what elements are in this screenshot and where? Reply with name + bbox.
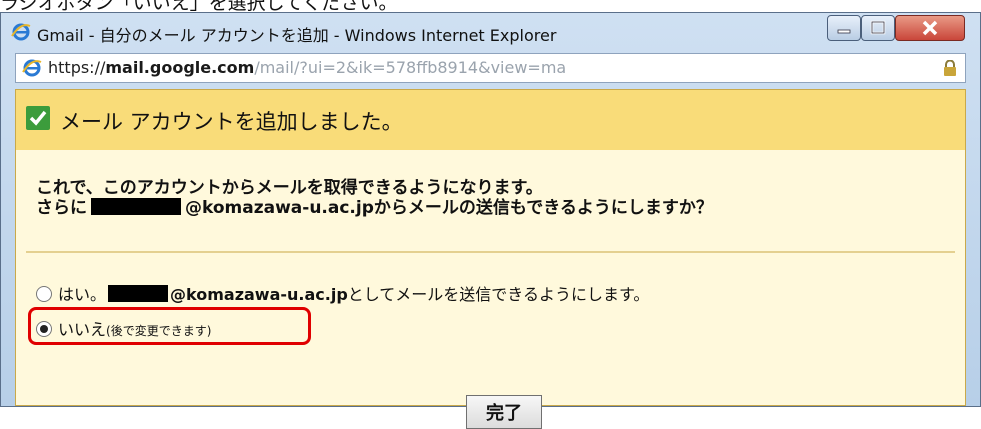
address-bar[interactable]: https://mail.google.com/mail/?ui=2&ik=57…: [15, 53, 966, 83]
url-scheme: https://: [48, 58, 106, 77]
maximize-icon: [870, 20, 886, 35]
url-path: /mail/?ui=2&ik=578ffb8914&view=ma: [254, 58, 567, 77]
ie-logo-icon: [11, 23, 31, 41]
dialog-title: メール アカウントを追加しました。: [60, 110, 403, 134]
close-icon: [922, 20, 938, 36]
title-bar: Gmail - 自分のメール アカウントを追加 - Windows Intern…: [1, 13, 980, 49]
option-yes-suffix: としてメールを送信できるようにします。: [347, 285, 650, 304]
dialog-content: メール アカウントを追加しました。 これで、このアカウントからメールを取得できる…: [15, 89, 966, 406]
ie-page-icon: [22, 59, 42, 77]
window-title: Gmail - 自分のメール アカウントを追加 - Windows Intern…: [37, 26, 557, 45]
message-line-2: さらに @komazawa-u.ac.jpからメールの送信もできるようにしますか？: [36, 198, 713, 218]
dialog-header: メール アカウントを追加しました。: [16, 90, 965, 150]
message-prefix: さらに: [36, 198, 87, 218]
ie-window: Gmail - 自分のメール アカウントを追加 - Windows Intern…: [0, 12, 981, 429]
divider: [26, 251, 955, 253]
done-button[interactable]: 完了: [466, 395, 542, 429]
url-host: mail.google.com: [105, 58, 255, 77]
close-button[interactable]: [895, 15, 965, 41]
option-yes-email: @komazawa-u.ac.jp: [170, 285, 348, 304]
maximize-button[interactable]: [861, 15, 895, 41]
redacted-username: [91, 198, 181, 215]
redacted-username: [108, 285, 169, 302]
dialog-message: これで、このアカウントからメールを取得できるようになります。 さらに @komaz…: [36, 178, 713, 218]
minimize-icon: [837, 29, 851, 34]
message-line-1: これで、このアカウントからメールを取得できるようになります。: [36, 178, 543, 198]
lock-icon: [944, 60, 956, 76]
checkmark-icon: [26, 106, 50, 130]
url-text: https://mail.google.com/mail/?ui=2&ik=57…: [48, 58, 566, 77]
minimize-button[interactable]: [827, 15, 861, 41]
message-suffix: からメールの送信もできるようにしますか？: [373, 198, 713, 218]
radio-yes[interactable]: [36, 286, 52, 302]
message-email: @komazawa-u.ac.jp: [185, 198, 374, 218]
option-yes[interactable]: はい。 @komazawa-u.ac.jpとしてメールを送信できるようにします。: [36, 284, 649, 306]
highlight-annotation: [28, 307, 311, 345]
option-yes-prefix: はい。: [58, 285, 107, 304]
